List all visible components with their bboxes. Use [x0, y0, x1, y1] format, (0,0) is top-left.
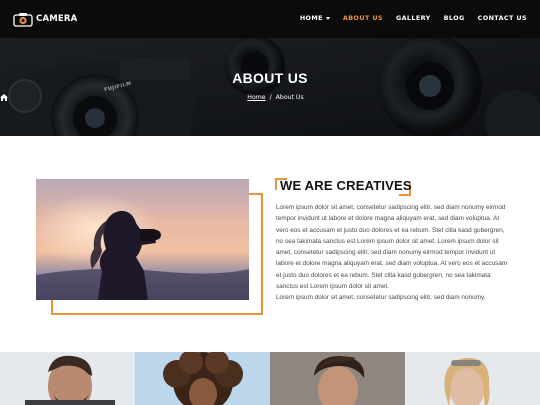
main-nav: HOME ABOUT US GALLERY BLOG CONTACT US [287, 14, 527, 22]
team-strip [0, 352, 540, 405]
team-member-photo[interactable] [270, 352, 405, 405]
section-title: WE ARE CREATIVES [280, 178, 412, 193]
team-member-photo[interactable] [0, 352, 135, 405]
nav-item-label: GALLERY [395, 14, 431, 22]
nav-item-label: ABOUT US [342, 14, 383, 22]
nav-item-label: BLOG [443, 14, 465, 22]
camera-icon [13, 12, 33, 27]
breadcrumb-home-link[interactable]: Home [247, 94, 265, 101]
breadcrumb-current: About Us [275, 94, 304, 101]
nav-item-about-us[interactable]: ABOUT US [343, 14, 383, 22]
about-photo [36, 179, 249, 300]
about-description: Lorem ipsum dolor sit amet, consetetur s… [276, 202, 508, 304]
team-member-photo[interactable] [405, 352, 540, 405]
brand-name: CAMERA [36, 14, 78, 24]
nav-item-home[interactable]: HOME [300, 14, 330, 22]
navbar: CAMERA HOME ABOUT US GALLERY BLOG CONTAC… [0, 0, 540, 38]
breadcrumb: Home / About Us [0, 94, 540, 101]
page-title: ABOUT US [232, 70, 308, 86]
nav-item-contact-us[interactable]: CONTACT US [478, 14, 527, 22]
breadcrumb-separator: / [269, 94, 272, 101]
nav-item-blog[interactable]: BLOG [444, 14, 465, 22]
brand-logo[interactable]: CAMERA [13, 11, 77, 27]
nav-item-gallery[interactable]: GALLERY [396, 14, 431, 22]
about-paragraph: Lorem ipsum dolor sit amet, consetetur s… [276, 204, 508, 291]
nav-item-label: HOME [299, 14, 323, 22]
hero-background-image [0, 38, 540, 136]
team-member-photo[interactable] [135, 352, 270, 405]
page-hero: FUJIFILM ABOUT US Home / About Us [0, 38, 540, 136]
nav-item-label: CONTACT US [477, 14, 527, 22]
home-icon[interactable] [0, 94, 244, 101]
chevron-down-icon [325, 16, 330, 20]
about-paragraph: Lorem ipsum dolor sit amet, consetetur s… [276, 294, 486, 302]
